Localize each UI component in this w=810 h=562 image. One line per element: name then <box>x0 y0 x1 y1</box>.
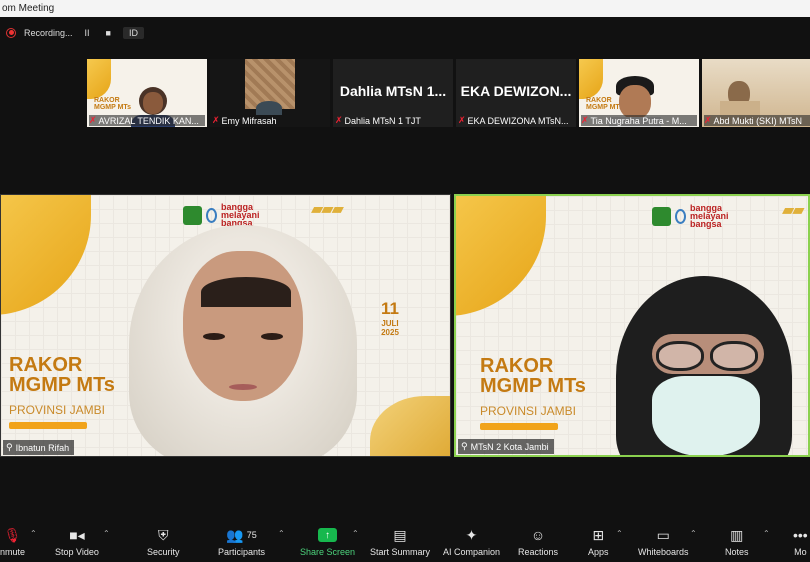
unmute-button[interactable]: 🎙 nmute <box>0 526 25 558</box>
participant-name: Emy Mifrasah <box>221 115 277 126</box>
smiley-icon: ☺ <box>530 527 546 543</box>
muted-mic-icon: ✗ <box>89 115 97 125</box>
reactions-button[interactable]: ☺ Reactions <box>518 526 558 557</box>
slide-url-bar <box>480 423 558 430</box>
participant-thumbnail[interactable]: RAKOR MGMP MTs ✗ Tia Nugraha Putra - M... <box>579 59 699 127</box>
whiteboards-button[interactable]: ▭ Whiteboards <box>638 526 689 558</box>
notes-icon: ▥ <box>730 526 744 543</box>
ai-companion-button[interactable]: ✦ AI Companion <box>443 526 500 558</box>
stop-video-button[interactable]: ■◂ Stop Video <box>55 526 99 558</box>
participants-button[interactable]: 👥 75 Participants <box>218 526 265 558</box>
emblem-icon <box>675 208 686 224</box>
security-button[interactable]: ⛨ Security <box>147 526 180 558</box>
emblem-icon <box>206 207 217 223</box>
participant-initials: Dahlia MTsN 1... <box>339 83 447 99</box>
slide-decoration: ▰▰ <box>782 202 805 219</box>
video-tile[interactable]: ▰▰▰ bangga melayani bangsa RAKOR MGMP MT… <box>0 194 451 457</box>
summary-doc-icon: ▤ <box>393 526 407 543</box>
participant-thumbnail[interactable]: Dahlia MTsN 1... ✗ Dahlia MTsN 1 TJT <box>333 59 453 127</box>
meeting-id-badge[interactable]: ID <box>122 26 144 39</box>
slide-decoration: ▰▰▰ <box>311 201 344 218</box>
muted-mic-icon: ✗ <box>581 115 589 125</box>
slide-title: RAKOR MGMP MTs <box>9 354 115 397</box>
participant-name: EKA DEWIZONA MTsN... <box>467 115 569 126</box>
muted-mic-icon: ✗ <box>704 115 712 125</box>
apps-icon: ⊞ <box>592 526 605 543</box>
notes-button[interactable]: ▥ Notes <box>725 526 749 558</box>
video-camera-icon: ■◂ <box>69 526 85 543</box>
audio-options-chevron-icon[interactable]: ⌃ <box>30 529 37 538</box>
participants-count: 75 <box>246 530 257 540</box>
meeting-toolbar: 🎙 nmute ⌃ ■◂ Stop Video ⌃ ⛨ Security 👥 75… <box>0 522 810 562</box>
participants-options-chevron-icon[interactable]: ⌃ <box>278 529 285 538</box>
pause-recording-button[interactable]: II <box>81 28 94 38</box>
slide-date: 11 JULI 2025 <box>381 299 399 337</box>
slide-decoration <box>1 195 91 315</box>
recording-icon <box>6 27 16 38</box>
slide-decoration <box>456 196 546 316</box>
slide-subtitle: PROVINSI JAMBI <box>480 404 577 418</box>
pin-icon: ⚲ <box>461 441 468 451</box>
participant-name: Tia Nugraha Putra - M... <box>590 115 687 126</box>
whiteboards-options-chevron-icon[interactable]: ⌃ <box>690 529 697 538</box>
stop-recording-button[interactable]: ■ <box>102 28 115 38</box>
recording-status: Recording... <box>24 27 73 38</box>
muted-mic-icon: ✗ <box>212 115 220 125</box>
apps-button[interactable]: ⊞ Apps <box>588 526 609 558</box>
sparkle-icon: ✦ <box>465 526 478 543</box>
muted-mic-icon: ✗ <box>335 115 343 125</box>
pin-icon: ⚲ <box>6 442 13 452</box>
muted-mic-icon: 🎙 <box>3 526 22 543</box>
participant-thumbnail[interactable]: ✗ Emy Mifrasah <box>210 59 330 127</box>
shield-icon: ⛨ <box>158 526 169 543</box>
brand-text: bangga melayani bangsa <box>690 203 729 229</box>
participant-thumbnail[interactable]: RAKOR MGMP MTs ✗ AVRIZAL TENDIK KAN... <box>87 59 207 127</box>
slide-logos: bangga melayani bangsa <box>183 202 269 228</box>
more-button[interactable]: ••• Mo <box>793 526 808 557</box>
apps-options-chevron-icon[interactable]: ⌃ <box>616 529 623 538</box>
kemenag-logo-icon <box>183 205 202 225</box>
slide-decoration <box>370 396 450 456</box>
notes-options-chevron-icon[interactable]: ⌃ <box>763 529 770 538</box>
participant-initials: EKA DEWIZON... <box>460 83 572 99</box>
participant-name-label: ⚲ MTsN 2 Kota Jambi <box>458 439 554 454</box>
recording-bar: Recording... II ■ ID <box>6 23 144 42</box>
brand-text: bangga melayani bangsa <box>221 202 260 228</box>
participants-icon: 👥 75 <box>226 526 257 543</box>
participant-name-label: ⚲ Ibnatun Rifah <box>3 440 75 455</box>
share-screen-button[interactable]: ↑ Share Screen <box>300 526 355 557</box>
participant-name: Abd Mukti (SKI) MTsN <box>713 115 803 126</box>
kemenag-logo-icon <box>652 206 671 226</box>
share-screen-icon: ↑ <box>318 528 338 542</box>
slide-url-bar <box>9 422 87 429</box>
slide-title: RAKOR MGMP MTs <box>480 355 586 398</box>
active-speaker-video-tile[interactable]: ▰▰ bangga melayani bangsa RAKOR MGMP MTs… <box>454 194 810 457</box>
whiteboard-icon: ▭ <box>656 526 670 543</box>
muted-mic-icon: ✗ <box>458 115 466 125</box>
participant-name: Dahlia MTsN 1 TJT <box>344 115 421 126</box>
participant-thumbnail[interactable]: EKA DEWIZON... ✗ EKA DEWIZONA MTsN... <box>456 59 576 127</box>
participant-thumbnail-strip: RAKOR MGMP MTs ✗ AVRIZAL TENDIK KAN... ✗ Em… <box>87 59 810 127</box>
slide-logos: bangga melayani bangsa <box>652 203 738 229</box>
video-options-chevron-icon[interactable]: ⌃ <box>103 529 110 538</box>
participant-name: AVRIZAL TENDIK KAN... <box>98 115 199 126</box>
ellipsis-icon: ••• <box>793 527 808 543</box>
slide-subtitle: PROVINSI JAMBI <box>9 403 106 417</box>
window-title: om Meeting <box>0 0 810 17</box>
participant-thumbnail[interactable]: ✗ Abd Mukti (SKI) MTsN <box>702 59 810 127</box>
start-summary-button[interactable]: ▤ Start Summary <box>370 526 430 558</box>
share-options-chevron-icon[interactable]: ⌃ <box>352 529 359 538</box>
